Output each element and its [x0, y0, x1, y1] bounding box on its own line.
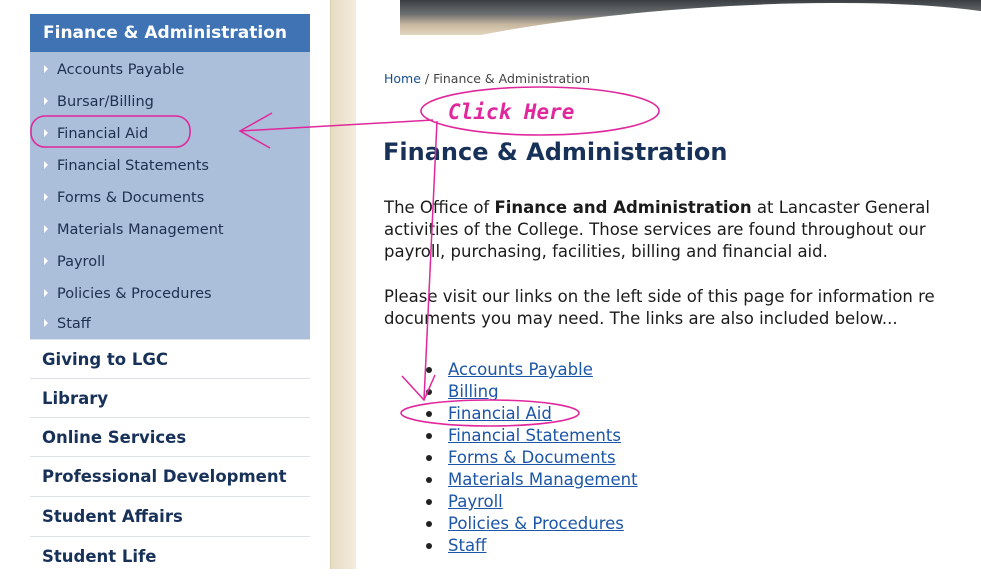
- list-item: Financial Aid: [424, 403, 638, 425]
- visit-line-2: documents you may need. The links are al…: [384, 309, 898, 328]
- breadcrumb-home-link[interactable]: Home: [384, 71, 421, 86]
- sidebar-submenu: Accounts Payable Bursar/Billing Financia…: [30, 52, 310, 339]
- left-margin: [0, 0, 12, 569]
- chevron-right-icon: [44, 289, 48, 297]
- intro-line-3: payroll, purchasing, facilities, billing…: [384, 242, 828, 261]
- sidebar-subitem-label: Financial Aid: [57, 126, 149, 142]
- sidebar-item-student-affairs[interactable]: Student Affairs: [30, 496, 310, 535]
- intro-bold-text: Finance and Administration: [494, 198, 752, 217]
- sidebar-subitem-staff[interactable]: Staff: [30, 308, 310, 340]
- sidebar-subitem-label: Staff: [57, 316, 91, 332]
- sidebar-subitem-label: Policies & Procedures: [57, 286, 212, 302]
- chevron-right-icon: [44, 129, 48, 137]
- list-item: Accounts Payable: [424, 359, 638, 381]
- intro-text: The Office of: [384, 198, 495, 217]
- content-gutter: [356, 0, 370, 569]
- link-payroll[interactable]: Payroll: [448, 492, 503, 511]
- breadcrumb-current: Finance & Administration: [433, 71, 591, 86]
- list-item: Staff: [424, 535, 638, 557]
- sidebar-subitem-bursar-billing[interactable]: Bursar/Billing: [30, 86, 310, 118]
- list-item: Payroll: [424, 491, 638, 513]
- sidebar-subitem-forms-documents[interactable]: Forms & Documents: [30, 182, 310, 214]
- chevron-right-icon: [44, 225, 48, 233]
- chevron-right-icon: [44, 65, 48, 73]
- sidebar-subitem-label: Accounts Payable: [57, 62, 185, 78]
- link-accounts-payable[interactable]: Accounts Payable: [448, 360, 593, 379]
- visit-line-1: Please visit our links on the left side …: [384, 287, 935, 306]
- sidebar-subitem-accounts-payable[interactable]: Accounts Payable: [30, 54, 310, 86]
- sidebar-item-professional-development[interactable]: Professional Development: [30, 456, 310, 495]
- click-here-ellipse: [420, 86, 660, 136]
- link-billing[interactable]: Billing: [448, 382, 499, 401]
- bullet-icon: [426, 433, 432, 439]
- bullet-icon: [426, 521, 432, 527]
- sidebar-subitem-financial-aid[interactable]: Financial Aid: [30, 118, 310, 150]
- list-item: Materials Management: [424, 469, 638, 491]
- bullet-icon: [426, 477, 432, 483]
- list-item: Financial Statements: [424, 425, 638, 447]
- sidebar-subitem-payroll[interactable]: Payroll: [30, 246, 310, 278]
- breadcrumb: Home / Finance & Administration: [384, 71, 590, 86]
- bullet-icon: [426, 543, 432, 549]
- sidebar-subitem-label: Payroll: [57, 254, 106, 270]
- sidebar-subitem-label: Forms & Documents: [57, 190, 205, 206]
- bullet-icon: [426, 455, 432, 461]
- sidebar-subitem-label: Bursar/Billing: [57, 94, 154, 110]
- sidebar-subitem-label: Financial Statements: [57, 158, 209, 174]
- bullet-icon: [426, 367, 432, 373]
- list-item: Forms & Documents: [424, 447, 638, 469]
- chevron-right-icon: [44, 97, 48, 105]
- intro-line-2: activities of the College. Those service…: [384, 220, 926, 239]
- sidebar-item-online-services[interactable]: Online Services: [30, 417, 310, 456]
- intro-text: at Lancaster General: [751, 198, 930, 217]
- sidebar-subitem-label: Materials Management: [57, 222, 224, 238]
- link-forms-documents[interactable]: Forms & Documents: [448, 448, 616, 467]
- bullet-icon: [426, 499, 432, 505]
- sidebar-item-giving[interactable]: Giving to LGC: [30, 339, 310, 378]
- content-link-list: Accounts Payable Billing Financial Aid F…: [424, 359, 638, 557]
- sidebar-item-library[interactable]: Library: [30, 378, 310, 417]
- intro-line-1: The Office of Finance and Administration…: [384, 197, 981, 219]
- sidebar-subitem-materials-management[interactable]: Materials Management: [30, 214, 310, 246]
- link-financial-statements[interactable]: Financial Statements: [448, 426, 621, 445]
- list-item: Billing: [424, 381, 638, 403]
- header-banner-image: [400, 0, 981, 35]
- sidebar-item-student-life[interactable]: Student Life: [30, 536, 310, 575]
- chevron-right-icon: [44, 319, 48, 327]
- chevron-right-icon: [44, 161, 48, 169]
- page-title: Finance & Administration: [383, 138, 728, 166]
- chevron-right-icon: [44, 193, 48, 201]
- sidebar-subitem-policies-procedures[interactable]: Policies & Procedures: [30, 278, 310, 310]
- link-financial-aid[interactable]: Financial Aid: [448, 404, 552, 423]
- link-materials-management[interactable]: Materials Management: [448, 470, 638, 489]
- link-staff[interactable]: Staff: [448, 536, 486, 555]
- link-policies-procedures[interactable]: Policies & Procedures: [448, 514, 624, 533]
- bullet-icon: [426, 411, 432, 417]
- click-here-label: Click Here: [448, 100, 574, 124]
- sidebar-section-finance-administration[interactable]: Finance & Administration: [30, 14, 310, 52]
- breadcrumb-separator: /: [424, 71, 430, 86]
- sidebar-subitem-financial-statements[interactable]: Financial Statements: [30, 150, 310, 182]
- bullet-icon: [426, 389, 432, 395]
- sidebar-border: [330, 0, 357, 569]
- list-item: Policies & Procedures: [424, 513, 638, 535]
- chevron-right-icon: [44, 257, 48, 265]
